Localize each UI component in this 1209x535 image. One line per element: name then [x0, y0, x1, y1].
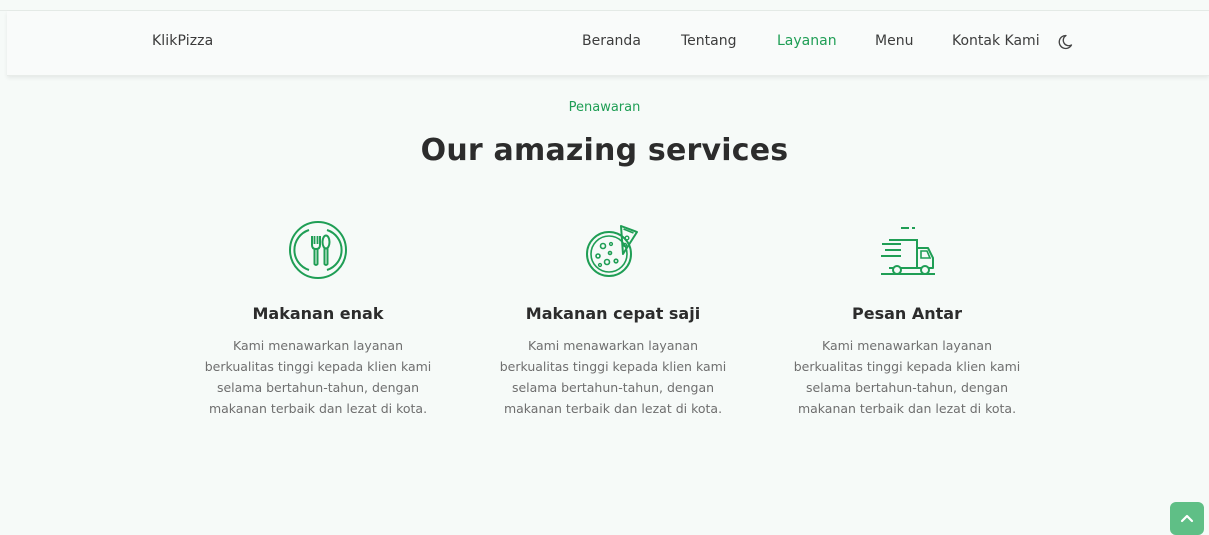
- scroll-to-top-button[interactable]: [1170, 502, 1204, 535]
- dining-icon: [286, 218, 350, 282]
- section-eyebrow: Penawaran: [568, 100, 641, 115]
- main-nav: Beranda Tentang Layanan Menu Kontak Kami: [7, 33, 1209, 53]
- site-header: KlikPizza Beranda Tentang Layanan Menu K…: [7, 11, 1209, 76]
- service-card-pesan-antar: Pesan Antar Kami menawarkan layanan berk…: [777, 218, 1037, 419]
- nav-item-layanan[interactable]: Layanan: [777, 33, 837, 49]
- service-description: Kami menawarkan layanan berkualitas ting…: [204, 338, 432, 416]
- page: KlikPizza Beranda Tentang Layanan Menu K…: [0, 0, 1209, 535]
- service-card-makanan-enak: Makanan enak Kami menawarkan layanan ber…: [188, 218, 448, 419]
- service-description: Kami menawarkan layanan berkualitas ting…: [499, 338, 727, 416]
- nav-item-kontak-kami[interactable]: Kontak Kami: [952, 33, 1040, 49]
- chevron-up-icon: [1180, 514, 1194, 523]
- delivery-truck-icon: [875, 218, 939, 282]
- nav-item-menu[interactable]: Menu: [875, 33, 913, 49]
- service-description: Kami menawarkan layanan berkualitas ting…: [793, 338, 1021, 416]
- service-title: Makanan cepat saji: [525, 304, 701, 323]
- moon-icon[interactable]: [1057, 33, 1073, 51]
- service-title: Makanan enak: [252, 304, 384, 323]
- pizza-icon: [581, 218, 645, 282]
- nav-item-tentang[interactable]: Tentang: [681, 33, 737, 49]
- nav-item-beranda[interactable]: Beranda: [582, 33, 641, 49]
- service-title: Pesan Antar: [852, 304, 962, 323]
- section-title: Our amazing services: [420, 133, 789, 168]
- service-card-makanan-cepat-saji: Makanan cepat saji Kami menawarkan layan…: [483, 218, 743, 419]
